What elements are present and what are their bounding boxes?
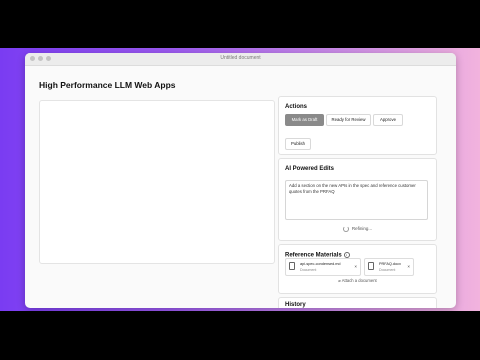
reference-doc-card[interactable]: PRFAQ.docx Document × [364,258,414,276]
attach-document-button[interactable]: ⌀ Attach a document [279,278,436,283]
actions-panel: Actions Mark as Draft Ready for Review A… [278,96,437,155]
desktop-background: Untitled document High Performance LLM W… [0,48,480,311]
ready-for-review-button[interactable]: Ready for Review [326,114,371,126]
doc-name: PRFAQ.docx [379,262,401,266]
page-title: High Performance LLM Web Apps [39,80,176,90]
refining-label: Refining... [351,226,373,232]
title-bar: Untitled document [25,53,456,66]
attach-label: Attach a document [341,278,377,283]
document-icon [289,262,295,270]
history-panel: History [278,297,437,308]
mark-as-draft-button[interactable]: Mark as Draft [285,114,324,126]
doc-type: Document [300,268,317,272]
doc-type: Document [379,268,396,272]
ai-edits-panel: AI Powered Edits Add a section on the ne… [278,158,437,241]
reference-doc-card[interactable]: api-spec-condensed.md Document × [285,258,361,276]
actions-title: Actions [285,104,308,110]
publish-button[interactable]: Publish [285,138,311,150]
paperclip-icon: ⌀ [338,278,341,283]
document-editor[interactable] [39,100,275,264]
doc-name: api-spec-condensed.md [300,262,341,266]
window-title: Untitled document [220,55,261,61]
refining-status: Refining... [279,226,436,232]
remove-doc-icon[interactable]: × [354,264,357,269]
ai-prompt-input[interactable]: Add a section on the new APIs in the spe… [285,180,428,220]
spinner-icon [342,226,349,232]
ai-edits-title: AI Powered Edits [285,166,335,172]
history-title: History [285,302,306,308]
approve-button[interactable]: Approve [373,114,403,126]
reference-materials-panel: Reference Materials i api-spec-condensed.… [278,244,437,294]
app-window: Untitled document High Performance LLM W… [25,53,456,308]
document-icon [368,262,374,270]
remove-doc-icon[interactable]: × [407,264,410,269]
